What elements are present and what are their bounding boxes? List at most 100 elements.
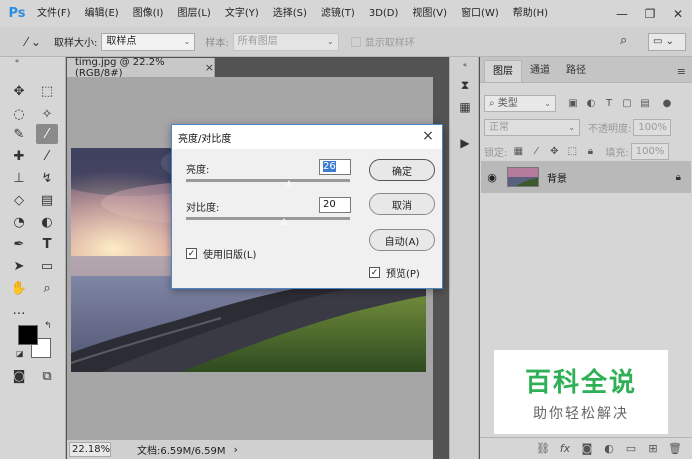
zoom-field[interactable]: 22.18%	[69, 442, 111, 457]
hand-tool-icon[interactable]: ✋	[8, 278, 30, 298]
clone-stamp-tool-icon[interactable]: ⊥	[8, 168, 30, 188]
actions-play-icon[interactable]: ▶	[456, 135, 474, 151]
menu-edit[interactable]: 编辑(E)	[78, 0, 126, 27]
lock-all-icon[interactable]: 🔒︎	[583, 145, 597, 159]
shape-filter-icon[interactable]: ▢	[620, 97, 634, 111]
eraser-tool-icon[interactable]: ◇	[8, 190, 30, 210]
adjustment-layer-icon[interactable]: ◐	[598, 442, 620, 455]
contrast-input[interactable]: 20	[319, 197, 351, 213]
eyedropper-preset-icon[interactable]: ⁄ ⌄	[22, 32, 44, 52]
fill-field[interactable]: 100%	[630, 143, 669, 160]
ok-button[interactable]: 确定	[369, 159, 435, 181]
more-tools-icon[interactable]: …	[8, 300, 30, 320]
menu-3d[interactable]: 3D(D)	[362, 0, 406, 27]
opacity-field[interactable]: 100%	[633, 119, 672, 136]
zoom-tool-icon[interactable]: ⌕	[36, 278, 58, 298]
layer-mask-icon[interactable]: ◙	[576, 442, 598, 455]
link-layers-icon[interactable]: ⛓	[532, 442, 554, 455]
brightness-slider-thumb[interactable]	[284, 179, 294, 188]
blur-tool-icon[interactable]: ◔	[8, 212, 30, 232]
minimize-icon[interactable]: —	[608, 0, 636, 27]
close-icon[interactable]: ×	[205, 61, 214, 74]
smart-object-filter-icon[interactable]: ▤	[638, 97, 652, 111]
menu-image[interactable]: 图像(I)	[126, 0, 171, 27]
marquee-tool-icon[interactable]: ⬚	[36, 81, 58, 101]
delete-layer-icon[interactable]: 🗑︎	[664, 442, 686, 455]
dialog-titlebar[interactable]: 亮度/对比度 ×	[172, 125, 442, 149]
lock-position-icon[interactable]: ✥	[547, 145, 561, 159]
swap-colors-icon[interactable]: ↰	[44, 321, 52, 331]
status-bar: 22.18% 文档:6.59M/6.59M ›	[67, 440, 433, 459]
layer-kind-select[interactable]: ⌕ 类型 ⌄	[484, 95, 556, 112]
pen-tool-icon[interactable]: ✒	[8, 234, 30, 254]
quick-mask-icon[interactable]: ◙	[8, 366, 30, 386]
menu-layer[interactable]: 图层(L)	[170, 0, 217, 27]
lock-artboard-icon[interactable]: ⬚	[565, 145, 579, 159]
brush-tool-icon[interactable]: ⁄	[36, 146, 58, 166]
close-window-icon[interactable]: ✕	[664, 0, 692, 27]
filter-toggle-icon[interactable]: ●	[660, 97, 674, 111]
history-panel-icon[interactable]: ⧗	[456, 77, 474, 93]
properties-panel-icon[interactable]: ▦	[456, 99, 474, 115]
healing-brush-tool-icon[interactable]: ✚	[8, 146, 30, 166]
type-tool-icon[interactable]: T	[36, 234, 58, 254]
menu-window[interactable]: 窗口(W)	[454, 0, 506, 27]
panel-collapse-icon[interactable]: «	[456, 57, 474, 73]
brightness-slider-track[interactable]	[186, 179, 350, 182]
chevron-right-icon[interactable]: ›	[234, 443, 238, 456]
panel-menu-icon[interactable]: ≡	[677, 65, 686, 78]
blend-row: 正常 ⌄ 不透明度: 100%	[480, 119, 692, 136]
tab-channels[interactable]: 通道	[522, 60, 558, 82]
maximize-icon[interactable]: ❐	[636, 0, 664, 27]
default-colors-icon[interactable]: ◪	[16, 349, 24, 358]
contrast-slider-track[interactable]	[186, 217, 350, 220]
menu-filter[interactable]: 滤镜(T)	[314, 0, 362, 27]
menu-help[interactable]: 帮助(H)	[506, 0, 555, 27]
contrast-slider-thumb[interactable]	[279, 217, 289, 226]
dodge-tool-icon[interactable]: ◐	[36, 212, 58, 232]
cancel-button[interactable]: 取消	[369, 193, 435, 215]
move-tool-icon[interactable]: ✥	[8, 81, 30, 101]
eye-icon[interactable]: ◉	[481, 171, 503, 184]
foreground-color-swatch[interactable]	[18, 325, 38, 345]
lasso-tool-icon[interactable]: ◌	[8, 104, 30, 124]
panel-collapse-icon[interactable]: «	[6, 57, 28, 65]
crop-tool-icon[interactable]: ✎	[8, 124, 30, 144]
adjustment-filter-icon[interactable]: ◐	[584, 97, 598, 111]
contrast-value: 20	[323, 199, 336, 210]
tab-paths[interactable]: 路径	[558, 60, 594, 82]
blend-mode-select[interactable]: 正常 ⌄	[484, 119, 580, 136]
type-filter-icon[interactable]: T	[602, 97, 616, 111]
layer-style-icon[interactable]: fx	[554, 442, 576, 455]
sample-size-select[interactable]: 取样点 ⌄	[101, 32, 196, 51]
group-layers-icon[interactable]: ▭	[620, 442, 642, 455]
auto-button[interactable]: 自动(A)	[369, 229, 435, 251]
close-icon[interactable]: ×	[420, 128, 436, 144]
path-selection-tool-icon[interactable]: ➤	[8, 256, 30, 276]
gradient-tool-icon[interactable]: ▤	[36, 190, 58, 210]
sample-select[interactable]: 所有图层 ⌄	[232, 32, 339, 51]
layer-filter-row: ⌕ 类型 ⌄ ▣ ◐ T ▢ ▤ ●	[480, 95, 692, 112]
history-brush-tool-icon[interactable]: ↯	[36, 168, 58, 188]
layer-row-background[interactable]: ◉ 背景 🔒︎	[481, 161, 691, 193]
menu-select[interactable]: 选择(S)	[266, 0, 314, 27]
show-ring-checkbox[interactable]: 显示取样环	[350, 34, 415, 49]
screen-mode-icon[interactable]: ⧉	[36, 366, 58, 386]
pixel-filter-icon[interactable]: ▣	[566, 97, 580, 111]
document-tab[interactable]: timg.jpg @ 22.2%(RGB/8#) ×	[67, 57, 215, 79]
lock-pixels-icon[interactable]: ⁄	[529, 145, 543, 159]
legacy-checkbox[interactable]: ✓ 使用旧版(L)	[186, 246, 256, 261]
rectangle-tool-icon[interactable]: ▭	[36, 256, 58, 276]
magic-wand-tool-icon[interactable]: ✧	[36, 104, 58, 124]
eyedropper-tool-icon[interactable]: ⁄	[36, 124, 58, 144]
search-icon[interactable]: ⌕	[620, 33, 627, 48]
lock-transparency-icon[interactable]: ▦	[511, 145, 525, 159]
brightness-input[interactable]: 26	[319, 159, 351, 175]
workspace-switcher[interactable]: ▭ ⌄	[648, 33, 686, 51]
menu-file[interactable]: 文件(F)	[30, 0, 78, 27]
preview-checkbox[interactable]: ✓ 预览(P)	[369, 265, 420, 280]
menu-view[interactable]: 视图(V)	[405, 0, 454, 27]
tab-layers[interactable]: 图层	[484, 60, 522, 82]
new-layer-icon[interactable]: ⊞	[642, 442, 664, 455]
menu-type[interactable]: 文字(Y)	[218, 0, 266, 27]
